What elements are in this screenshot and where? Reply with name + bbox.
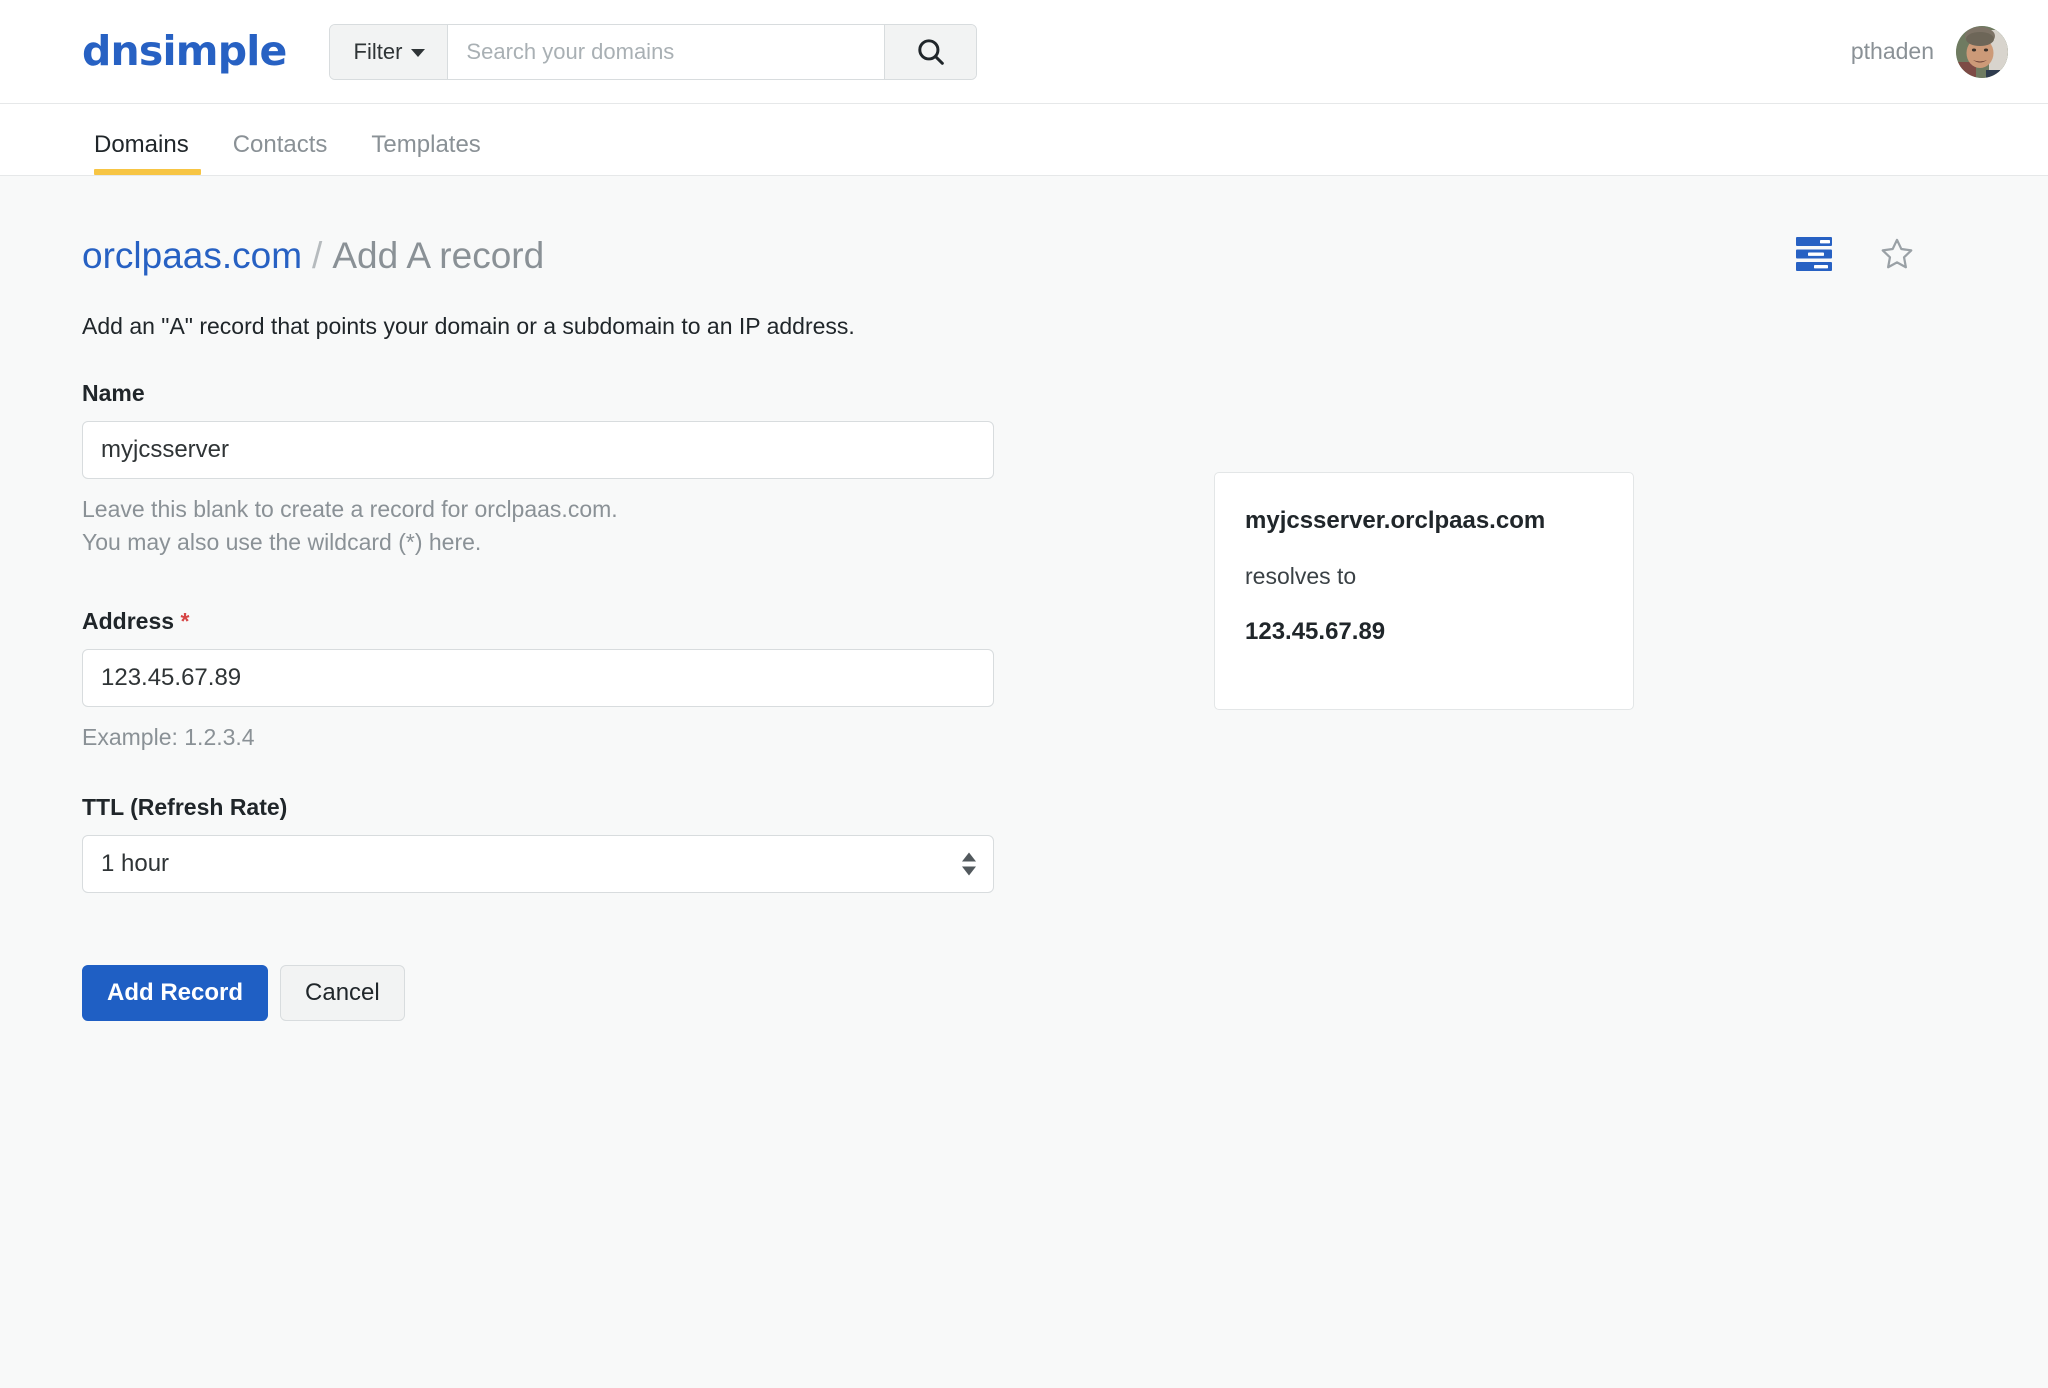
name-field-hint: Leave this blank to create a record for … [82,493,994,558]
main-content: orclpaas.com/Add A record Add an "A" r [0,176,2048,1021]
tab-templates-label: Templates [371,131,481,158]
filter-dropdown-button[interactable]: Filter [329,24,449,79]
avatar-photo [1956,25,2008,78]
address-required-marker: * [180,608,190,635]
preview-target-ip: 123.45.67.89 [1245,618,1386,645]
name-hint-line-1: Leave this blank to create a record for … [82,496,618,522]
address-field-label: Address * [82,608,994,635]
search-input[interactable] [448,24,885,79]
preview-resolves-label: resolves to [1245,563,1357,589]
filter-dropdown-label: Filter [353,38,403,64]
form-actions: Add Record Cancel [82,964,994,1021]
breadcrumb-separator: / [312,235,323,277]
avatar[interactable] [1956,25,2008,78]
record-preview-card: myjcsserver.orclpaas.com resolves to 123… [1214,472,1634,710]
dnsimple-logo[interactable]: dnsimple [82,31,287,72]
tab-domains-label: Domains [94,131,189,158]
star-outline-icon-glyph [1881,238,1913,269]
page-header-row: orclpaas.com / Add A record [82,235,1966,277]
page-description: Add an "A" record that points your domai… [82,313,855,339]
search-submit-button[interactable] [884,24,977,79]
name-hint-line-2: You may also use the wildcard (*) here. [82,528,482,555]
tab-contacts-label: Contacts [232,131,328,158]
ttl-selected-value: 1 hour [101,849,170,877]
chevron-down-icon [411,49,426,57]
tab-domains[interactable]: Domains [82,131,211,175]
server-stack-icon-glyph [1796,237,1832,271]
tab-templates[interactable]: Templates [349,131,502,175]
ttl-select-wrapper: 1 hour [82,834,994,893]
tab-contacts[interactable]: Contacts [211,131,350,175]
ttl-field-label: TTL (Refresh Rate) [82,793,288,820]
user-menu[interactable]: pthaden [1850,25,2008,78]
cancel-button[interactable]: Cancel [280,964,405,1021]
breadcrumb-current: Add A record [332,235,545,277]
add-record-button[interactable]: Add Record [82,964,269,1021]
domain-search-group: Filter [328,23,978,80]
preview-hostname: myjcsserver.orclpaas.com [1245,507,1546,534]
breadcrumb-domain-link[interactable]: orclpaas.com [82,235,302,276]
server-stack-icon[interactable] [1796,237,1832,276]
ttl-select[interactable]: 1 hour [82,834,994,893]
favorite-star-icon[interactable] [1878,236,1916,277]
page-actions [1796,236,1966,277]
name-input[interactable] [82,421,994,479]
content-columns: Name Leave this blank to create a record… [82,380,1966,1021]
address-field-hint: Example: 1.2.3.4 [82,724,255,751]
top-header-bar: dnsimple Filter pthaden [0,0,2048,104]
primary-nav: Domains Contacts Templates [0,104,2048,176]
address-label-text: Address [82,608,175,635]
name-field-label: Name [82,380,145,406]
username-label: pthaden [1850,38,1934,64]
breadcrumb: orclpaas.com / Add A record [82,235,545,277]
search-icon [918,38,944,65]
address-input[interactable] [82,649,994,708]
add-record-form: Name Leave this blank to create a record… [82,380,994,1021]
